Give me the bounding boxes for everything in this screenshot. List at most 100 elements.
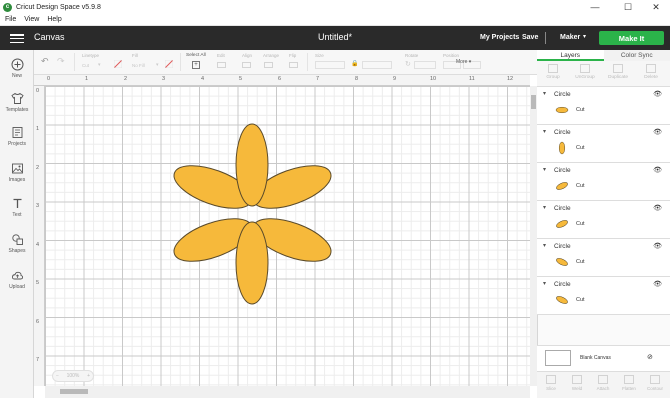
chevron-down-icon[interactable]: ▾ bbox=[543, 166, 546, 173]
upload-icon bbox=[11, 269, 24, 282]
layer-item[interactable]: ▾ Circle 👁 Cut bbox=[537, 163, 670, 201]
cricut-logo-icon: c bbox=[3, 2, 12, 12]
undo-icon[interactable]: ↶ bbox=[41, 56, 49, 67]
layer-operation[interactable]: Cut bbox=[576, 221, 585, 227]
chevron-down-icon[interactable]: ▾ bbox=[543, 128, 546, 135]
layer-operation[interactable]: Cut bbox=[576, 183, 585, 189]
nav-upload[interactable]: Upload bbox=[0, 269, 34, 290]
chevron-down-icon[interactable]: ▾ bbox=[543, 242, 546, 249]
arrange-label[interactable]: Arrange bbox=[263, 53, 279, 58]
linetype-swatch[interactable] bbox=[113, 59, 123, 69]
machine-select[interactable]: Maker bbox=[560, 34, 580, 41]
save-button[interactable]: Save bbox=[522, 34, 538, 41]
chevron-down-icon[interactable]: ▾ bbox=[583, 33, 586, 40]
minimize-button[interactable]: — bbox=[584, 1, 606, 13]
contour-button[interactable]: Contour bbox=[642, 375, 668, 391]
trash-icon bbox=[646, 64, 656, 73]
petal-top[interactable] bbox=[235, 123, 269, 207]
layer-operation[interactable]: Cut bbox=[576, 297, 585, 303]
nav-projects[interactable]: Projects bbox=[0, 126, 34, 147]
edit-icon[interactable] bbox=[217, 62, 226, 68]
lock-icon[interactable]: 🔒 bbox=[351, 60, 358, 67]
ruler-tick: 10 bbox=[430, 76, 437, 82]
blank-canvas-swatch[interactable] bbox=[545, 350, 571, 366]
my-projects-link[interactable]: My Projects bbox=[480, 34, 519, 41]
flower-design[interactable] bbox=[160, 115, 340, 315]
group-button[interactable]: Group bbox=[540, 64, 566, 80]
eye-icon[interactable]: 👁 bbox=[653, 280, 662, 288]
eye-off-icon[interactable]: ⊘ bbox=[647, 353, 653, 361]
eye-icon[interactable]: 👁 bbox=[653, 90, 662, 98]
vertical-scroll-thumb[interactable] bbox=[531, 95, 536, 109]
flip-label[interactable]: Flip bbox=[289, 53, 296, 58]
layer-operation[interactable]: Cut bbox=[576, 107, 585, 113]
make-it-button[interactable]: Make It bbox=[599, 31, 664, 45]
redo-icon[interactable]: ↷ bbox=[57, 56, 65, 67]
delete-button[interactable]: Delete bbox=[638, 64, 664, 80]
arrange-icon[interactable] bbox=[264, 62, 273, 68]
duplicate-button[interactable]: Duplicate bbox=[605, 64, 631, 80]
flip-icon[interactable] bbox=[289, 62, 298, 68]
more-button[interactable]: More ▾ bbox=[456, 59, 471, 65]
fill-swatch[interactable] bbox=[164, 59, 174, 69]
nav-new[interactable]: New bbox=[0, 58, 34, 79]
chevron-down-icon[interactable]: ▾ bbox=[156, 62, 159, 68]
linetype-select[interactable]: Cut bbox=[82, 63, 89, 68]
align-icon[interactable] bbox=[242, 62, 251, 68]
width-input[interactable] bbox=[315, 61, 345, 69]
maximize-button[interactable]: ☐ bbox=[617, 1, 639, 13]
fill-select[interactable]: No Fill bbox=[132, 63, 145, 68]
weld-button[interactable]: Weld bbox=[564, 375, 590, 391]
vertical-scrollbar[interactable] bbox=[530, 86, 537, 386]
ruler-tick: 1 bbox=[85, 76, 89, 82]
layer-operation[interactable]: Cut bbox=[576, 145, 585, 151]
ruler-tick: 1 bbox=[36, 126, 40, 132]
horizontal-scroll-thumb[interactable] bbox=[60, 389, 88, 394]
select-all-label[interactable]: Select All bbox=[186, 53, 206, 58]
tab-color-sync[interactable]: Color Sync bbox=[603, 50, 670, 61]
layer-item[interactable]: ▾ Circle 👁 Cut bbox=[537, 87, 670, 125]
layer-item[interactable]: ▾ Circle 👁 Cut bbox=[537, 239, 670, 277]
zoom-out-button[interactable]: − bbox=[56, 373, 59, 379]
panel-tabs: Layers Color Sync bbox=[537, 50, 670, 61]
petal-bottom[interactable] bbox=[235, 221, 269, 305]
chevron-down-icon[interactable]: ▾ bbox=[543, 204, 546, 211]
height-input[interactable] bbox=[362, 61, 392, 69]
select-all-icon[interactable]: + bbox=[192, 61, 200, 69]
ruler-tick: 8 bbox=[355, 76, 359, 82]
chevron-down-icon[interactable]: ▾ bbox=[98, 62, 101, 68]
zoom-in-button[interactable]: + bbox=[87, 373, 90, 379]
slice-icon bbox=[546, 375, 556, 384]
nav-shapes[interactable]: Shapes bbox=[0, 233, 34, 254]
rotate-input[interactable] bbox=[414, 61, 436, 69]
menu-view[interactable]: View bbox=[24, 16, 39, 23]
nav-text[interactable]: Text bbox=[0, 197, 34, 218]
ungroup-button[interactable]: UnGroup bbox=[572, 64, 598, 80]
close-window-button[interactable]: ✕ bbox=[645, 1, 667, 13]
layer-item[interactable]: ▾ Circle 👁 Cut bbox=[537, 277, 670, 315]
align-label[interactable]: Align bbox=[242, 53, 252, 58]
edit-label[interactable]: Edit bbox=[217, 53, 225, 58]
layer-thumbnail bbox=[555, 255, 569, 269]
eye-icon[interactable]: 👁 bbox=[653, 242, 662, 250]
nav-templates[interactable]: Templates bbox=[0, 92, 34, 113]
chevron-down-icon[interactable]: ▾ bbox=[543, 90, 546, 97]
tab-layers[interactable]: Layers bbox=[537, 50, 604, 61]
horizontal-scrollbar[interactable] bbox=[45, 386, 530, 398]
layer-operation[interactable]: Cut bbox=[576, 259, 585, 265]
chevron-down-icon[interactable]: ▾ bbox=[543, 280, 546, 287]
attach-button[interactable]: Attach bbox=[590, 375, 616, 391]
toolbar-divider bbox=[180, 53, 181, 71]
layer-item[interactable]: ▾ Circle 👁 Cut bbox=[537, 201, 670, 239]
slice-button[interactable]: Slice bbox=[538, 375, 564, 391]
menu-help[interactable]: Help bbox=[47, 16, 61, 23]
nav-images[interactable]: Images bbox=[0, 162, 34, 183]
eye-icon[interactable]: 👁 bbox=[653, 166, 662, 174]
flatten-button[interactable]: Flatten bbox=[616, 375, 642, 391]
duplicate-icon bbox=[613, 64, 623, 73]
eye-icon[interactable]: 👁 bbox=[653, 204, 662, 212]
toolbar-divider bbox=[74, 53, 75, 71]
menu-file[interactable]: File bbox=[5, 16, 16, 23]
eye-icon[interactable]: 👁 bbox=[653, 128, 662, 136]
layer-item[interactable]: ▾ Circle 👁 Cut bbox=[537, 125, 670, 163]
